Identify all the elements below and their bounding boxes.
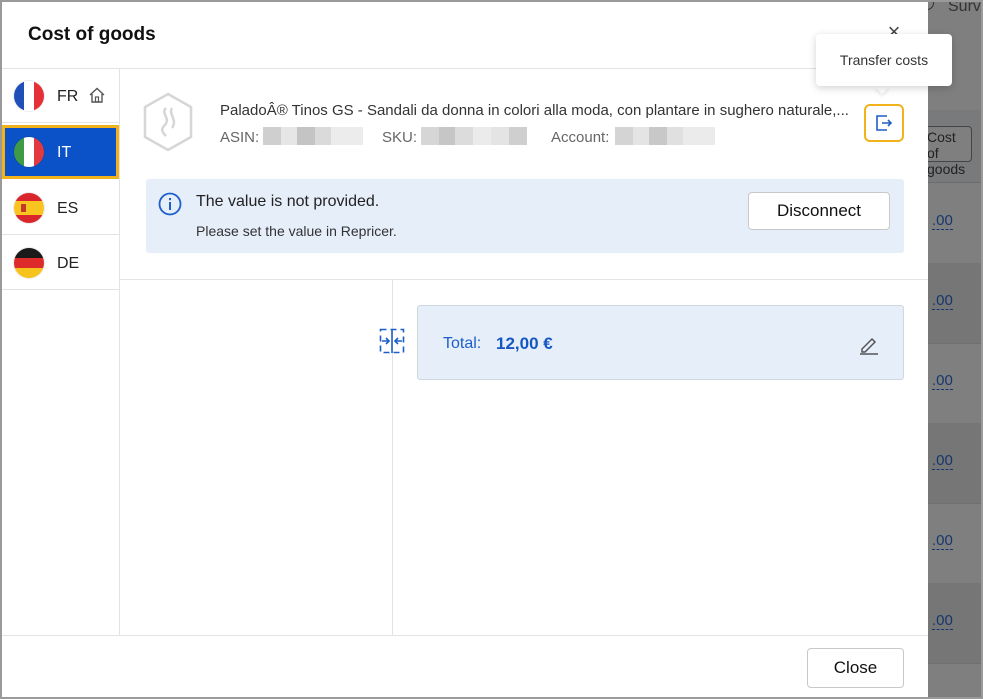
total-cost-box: Total: 12,00 € bbox=[417, 305, 904, 380]
marketplace-sidebar: FR IT ES DE bbox=[2, 69, 120, 635]
modal-title: Cost of goods bbox=[28, 24, 156, 45]
sku-label: SKU: bbox=[382, 129, 418, 146]
close-button[interactable]: Close bbox=[807, 648, 904, 688]
italy-flag-icon bbox=[14, 137, 44, 167]
product-placeholder-logo-icon bbox=[143, 92, 193, 152]
total-value: 12,00 € bbox=[496, 334, 553, 353]
account-label: Account: bbox=[551, 129, 610, 146]
home-icon bbox=[89, 87, 105, 103]
pencil-edit-icon[interactable] bbox=[858, 333, 880, 355]
info-icon bbox=[158, 192, 182, 216]
marketplace-item-de[interactable]: DE bbox=[2, 236, 119, 290]
marketplace-code: IT bbox=[57, 144, 72, 161]
split-costs-icon[interactable] bbox=[379, 328, 405, 354]
disconnect-button[interactable]: Disconnect bbox=[748, 192, 890, 230]
transfer-costs-button[interactable] bbox=[864, 104, 904, 142]
marketplace-item-it[interactable]: IT bbox=[2, 125, 119, 179]
info-subtitle: Please set the value in Repricer. bbox=[196, 223, 397, 239]
window-frame: Surv Cost of goods .00 .00 .00 .00 .00 .… bbox=[0, 0, 983, 699]
product-title: PaladoÂ® Tinos GS - Sandali da donna in … bbox=[220, 102, 849, 119]
info-title: The value is not provided. bbox=[196, 193, 380, 210]
cost-of-goods-modal: Cost of goods × FR IT ES DE PaladoÂ® Tin… bbox=[2, 2, 952, 697]
france-flag-icon bbox=[14, 81, 44, 111]
marketplace-code: FR bbox=[57, 88, 79, 105]
header-divider bbox=[2, 68, 928, 69]
asin-label: ASIN: bbox=[220, 129, 260, 146]
marketplace-code: ES bbox=[57, 200, 79, 217]
transfer-costs-tooltip: Transfer costs bbox=[816, 34, 952, 86]
marketplace-item-fr[interactable]: FR bbox=[2, 69, 119, 123]
account-value-redacted bbox=[615, 127, 715, 145]
marketplace-code: DE bbox=[57, 255, 80, 272]
spain-flag-icon bbox=[14, 193, 44, 223]
section-divider bbox=[120, 279, 928, 280]
transfer-icon bbox=[876, 115, 893, 131]
marketplace-item-es[interactable]: ES bbox=[2, 181, 119, 235]
sku-value-redacted bbox=[421, 127, 527, 145]
footer-divider bbox=[2, 635, 928, 636]
total-label: Total: bbox=[443, 335, 482, 352]
asin-value-redacted bbox=[263, 127, 363, 145]
info-banner: The value is not provided. Please set th… bbox=[146, 179, 904, 253]
germany-flag-icon bbox=[14, 248, 44, 278]
